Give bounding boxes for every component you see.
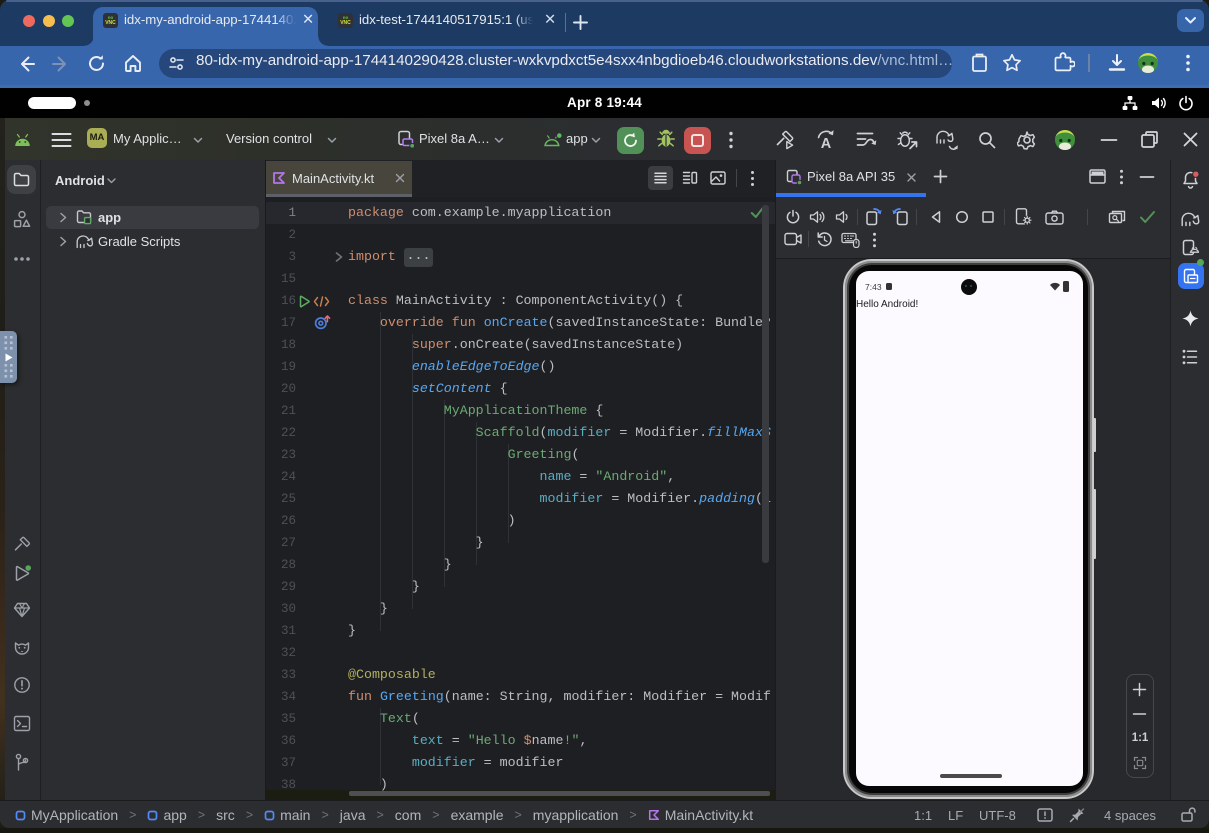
svg-text:A: A	[821, 136, 832, 151]
